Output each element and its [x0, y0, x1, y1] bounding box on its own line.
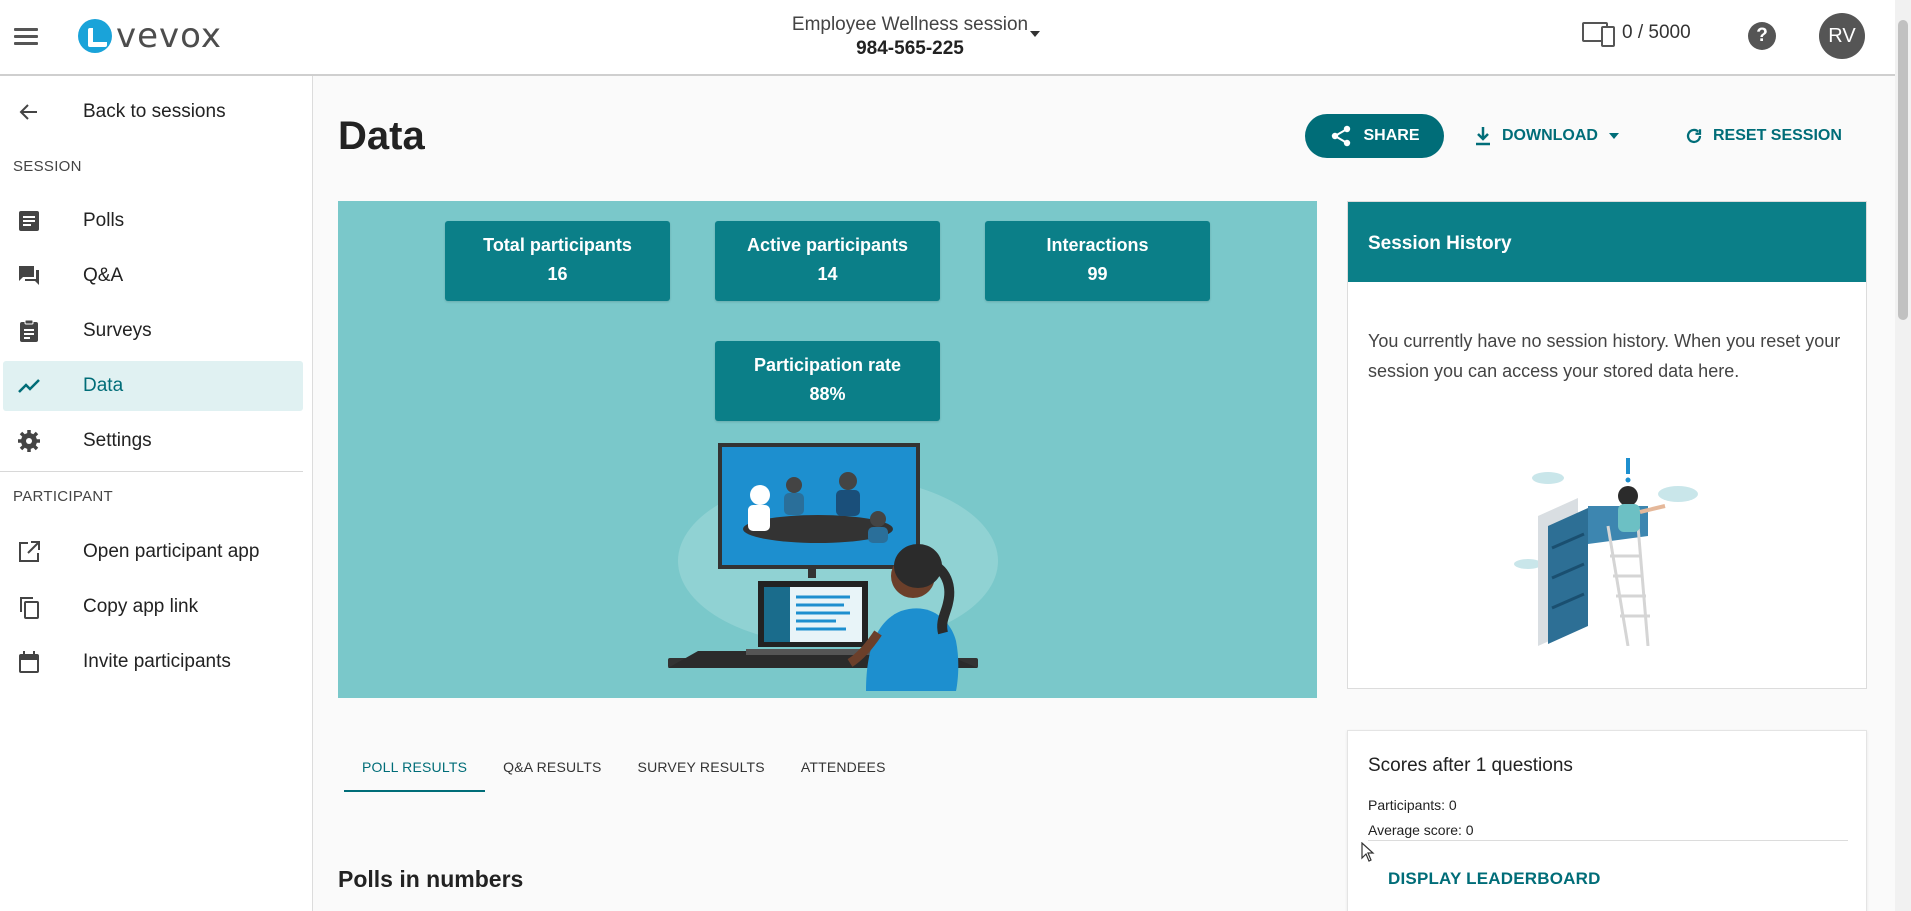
device-count-value: 0 / 5000	[1622, 22, 1691, 43]
page-scrollbar[interactable]	[1895, 0, 1911, 911]
sidebar-item-polls[interactable]: Polls	[3, 196, 303, 246]
device-count[interactable]: 0 / 5000	[1582, 22, 1691, 47]
menu-icon[interactable]	[14, 24, 42, 48]
scores-participants: Participants: 0	[1368, 797, 1457, 813]
sidebar-item-label: Settings	[83, 430, 152, 451]
open-external-icon	[19, 541, 40, 562]
caret-down-icon	[1608, 133, 1619, 139]
sidebar-item-label: Copy app link	[83, 596, 199, 617]
stat-value: 88%	[809, 384, 846, 404]
download-button[interactable]: DOWNLOAD	[1474, 114, 1620, 158]
data-icon	[18, 379, 40, 393]
session-history-text: You currently have no session history. W…	[1368, 331, 1841, 381]
logo-text: vevox	[116, 16, 223, 56]
tab-qa-results[interactable]: Q&A RESULTS	[485, 746, 619, 792]
stat-value: 14	[817, 264, 838, 284]
back-to-sessions-link[interactable]: Back to sessions	[3, 87, 303, 137]
stat-card-participation-rate: Participation rate 88%	[715, 341, 940, 421]
share-button[interactable]: SHARE	[1305, 114, 1444, 158]
stat-value: 16	[547, 264, 568, 284]
qa-icon	[19, 266, 39, 285]
stat-title: Total participants	[483, 235, 632, 255]
vevox-logo[interactable]: vevox	[78, 14, 222, 58]
vevox-logo-icon	[78, 19, 112, 53]
stat-title: Interactions	[1046, 235, 1149, 255]
session-selector[interactable]: Employee Wellness session 984-565-225	[760, 14, 1060, 60]
session-history-title: Session History	[1348, 202, 1866, 282]
calendar-icon	[19, 651, 39, 673]
polls-in-numbers-heading: Polls in numbers	[338, 866, 524, 892]
arrow-left-icon	[19, 104, 37, 120]
surveys-icon	[20, 319, 38, 342]
stat-card-active-participants: Active participants 14	[715, 221, 940, 301]
session-section-label: SESSION	[13, 158, 82, 175]
session-name: Employee Wellness session	[791, 14, 1029, 35]
stat-title: Active participants	[746, 235, 909, 255]
top-bar: vevox Employee Wellness session 984-565-…	[0, 0, 1895, 76]
display-leaderboard-button[interactable]: DISPLAY LEADERBOARD	[1388, 869, 1601, 889]
help-icon[interactable]: ?	[1748, 22, 1776, 50]
stat-value: 99	[1087, 264, 1108, 284]
scores-title: Scores after 1 questions	[1368, 755, 1573, 776]
meeting-illustration	[668, 443, 998, 691]
scores-average: Average score: 0	[1368, 822, 1474, 838]
stat-card-interactions: Interactions 99	[985, 221, 1210, 301]
page-title: Data	[338, 114, 425, 158]
archive-illustration	[1514, 458, 1698, 646]
sidebar-item-label: Invite participants	[83, 651, 231, 672]
download-label: DOWNLOAD	[1502, 127, 1598, 144]
tab-poll-results[interactable]: POLL RESULTS	[344, 746, 486, 792]
sidebar-item-label: Polls	[83, 210, 125, 231]
sidebar-item-open-participant-app[interactable]: Open participant app	[3, 527, 303, 577]
participant-section-label: PARTICIPANT	[13, 488, 113, 505]
refresh-icon	[1686, 128, 1702, 144]
sidebar-item-label: Data	[83, 375, 124, 396]
reset-session-button[interactable]: RESET SESSION	[1685, 114, 1842, 158]
tab-survey-results[interactable]: SURVEY RESULTS	[620, 746, 783, 792]
share-label: SHARE	[1363, 127, 1420, 144]
reset-label: RESET SESSION	[1713, 127, 1842, 144]
sidebar-item-data[interactable]: Data	[3, 361, 303, 411]
stat-card-total-participants: Total participants 16	[445, 221, 670, 301]
gear-icon	[18, 430, 40, 452]
back-label: Back to sessions	[83, 101, 226, 122]
sidebar-item-label: Q&A	[83, 265, 124, 286]
copy-icon	[20, 597, 39, 619]
devices-icon	[1582, 22, 1615, 47]
sidebar-item-surveys[interactable]: Surveys	[3, 306, 303, 356]
sidebar: Back to sessions SESSION Polls Q&A Surve…	[0, 76, 313, 911]
sidebar-item-settings[interactable]: Settings	[3, 416, 303, 466]
results-tabs: POLL RESULTS Q&A RESULTS SURVEY RESULTS …	[344, 746, 904, 792]
sidebar-item-label: Surveys	[83, 320, 152, 341]
share-icon	[1332, 125, 1351, 147]
download-icon	[1476, 127, 1490, 146]
sidebar-item-invite-participants[interactable]: Invite participants	[3, 637, 303, 687]
scrollbar-thumb[interactable]	[1898, 20, 1908, 320]
sidebar-item-label: Open participant app	[83, 541, 260, 562]
avatar[interactable]: RV	[1819, 13, 1865, 59]
tab-attendees[interactable]: ATTENDEES	[783, 746, 904, 792]
stat-title: Participation rate	[753, 355, 902, 375]
mouse-cursor-icon	[1361, 842, 1375, 862]
sidebar-divider	[0, 471, 303, 472]
session-history-card: Session History You currently have no se…	[1347, 201, 1867, 689]
sidebar-item-copy-app-link[interactable]: Copy app link	[3, 582, 303, 632]
session-code: 984-565-225	[856, 38, 964, 59]
sidebar-item-qa[interactable]: Q&A	[3, 251, 303, 301]
scores-divider	[1368, 840, 1848, 841]
stats-panel: Total participants 16 Active participant…	[338, 201, 1317, 698]
caret-down-icon[interactable]	[1030, 31, 1040, 37]
polls-icon	[19, 211, 39, 231]
scores-card: Scores after 1 questions Participants: 0…	[1347, 730, 1867, 911]
